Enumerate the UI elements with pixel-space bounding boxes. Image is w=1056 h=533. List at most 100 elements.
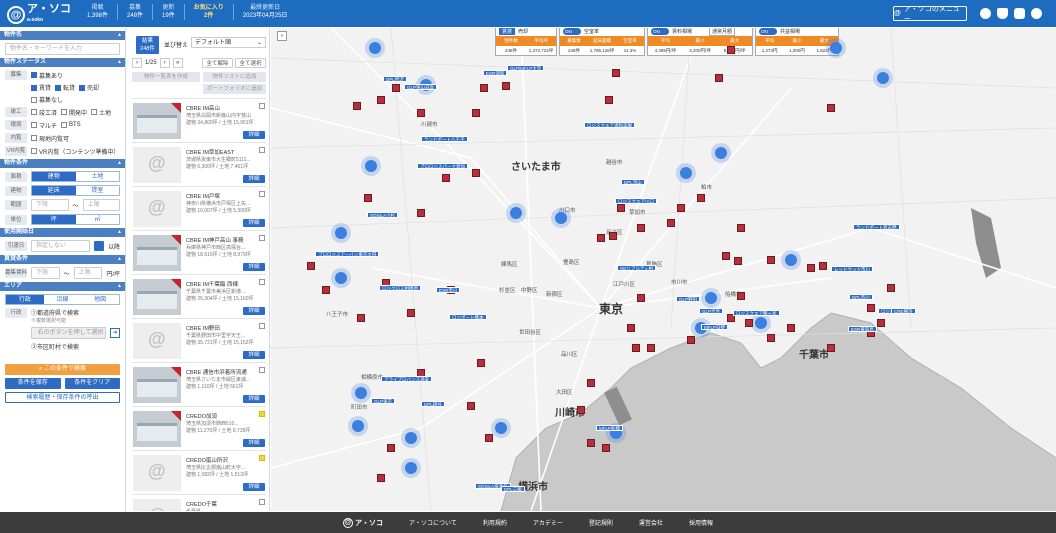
- warehouse-marker-icon[interactable]: [502, 82, 510, 90]
- property-card[interactable]: CREDO嵐山所沢埼玉県比企郡嵐山町大字...建物 1,082坪 / 土地 1,…: [132, 450, 266, 494]
- property-map-label[interactable]: ロジスクエア鶴ヶ島: [733, 310, 780, 316]
- save-condition-button[interactable]: 条件を保存: [5, 378, 61, 389]
- property-card[interactable]: CBRE IM神戸高山 事務 兵庫県神戸市西区高塚台... 建物 18,616坪 /…: [132, 230, 266, 274]
- warehouse-marker-icon[interactable]: [667, 219, 675, 227]
- vacancy-toggle[interactable]: ON: [563, 28, 581, 35]
- warehouse-marker-icon[interactable]: [609, 232, 617, 240]
- property-checkbox[interactable]: [259, 455, 265, 461]
- property-map-label[interactable]: ランドポート八王子: [421, 136, 468, 142]
- property-photo[interactable]: [133, 323, 181, 359]
- footer-link-about[interactable]: ア・ソコについて: [409, 518, 457, 527]
- warehouse-marker-icon[interactable]: [697, 194, 705, 202]
- complete-done-checkbox[interactable]: 竣工済: [31, 108, 57, 117]
- property-checkbox[interactable]: [259, 147, 265, 153]
- stat-listed[interactable]: 掲載 1,398件: [78, 4, 117, 20]
- property-map-label[interactable]: プロロジスパーク草加: [417, 163, 468, 169]
- calendar-icon[interactable]: [93, 241, 104, 251]
- property-checkbox[interactable]: [259, 323, 265, 329]
- recruit-sublease-checkbox[interactable]: 転貸: [55, 83, 75, 92]
- property-map-label[interactable]: ロジポート橋本: [449, 314, 487, 320]
- footer-link-rules[interactable]: 登記規則: [589, 518, 613, 527]
- section-area[interactable]: エリア: [0, 282, 125, 291]
- footer-logo[interactable]: @ ア・ソコ: [343, 517, 383, 528]
- cluster-marker[interactable]: [555, 212, 567, 224]
- warehouse-marker-icon[interactable]: [827, 344, 835, 352]
- warehouse-marker-icon[interactable]: [587, 439, 595, 447]
- section-status[interactable]: 物件ステータス: [0, 58, 125, 67]
- property-card[interactable]: CBRE IM高山 埼玉県白岡市新篠山内字荒山 建物 34,800坪 / 土地 15…: [132, 98, 266, 142]
- warehouse-marker-icon[interactable]: [477, 359, 485, 367]
- rent-select[interactable]: 通常月額: [709, 28, 736, 36]
- property-card[interactable]: CBRE IM戸塚神奈川県横浜市戸塚区上矢...建物 10,007坪 / 土地 …: [132, 186, 266, 230]
- property-name[interactable]: CREDO千葉: [186, 500, 217, 508]
- warehouse-marker-icon[interactable]: [637, 224, 645, 232]
- section-conditions[interactable]: 物件条件: [0, 159, 125, 168]
- property-photo[interactable]: [133, 235, 181, 271]
- recruit-rent-tab[interactable]: 賃貸: [499, 28, 516, 35]
- cluster-marker[interactable]: [405, 432, 417, 444]
- warehouse-marker-icon[interactable]: [587, 379, 595, 387]
- select-all-button[interactable]: 全て選択: [235, 58, 266, 68]
- detail-button[interactable]: 詳細: [243, 219, 265, 227]
- property-name[interactable]: CBRE IM神戸高山 事務: [186, 236, 243, 244]
- stat-favorites[interactable]: お気に入り 2件: [183, 4, 233, 20]
- cluster-marker[interactable]: [680, 167, 692, 179]
- cluster-marker[interactable]: [369, 42, 381, 54]
- pref-select-field[interactable]: 右のボタンを押して選択: [31, 327, 106, 339]
- warehouse-marker-icon[interactable]: [322, 286, 330, 294]
- property-map-label[interactable]: DPL越谷: [421, 401, 445, 407]
- property-map-label[interactable]: GLP狭山日高: [404, 84, 438, 90]
- warehouse-marker-icon[interactable]: [827, 104, 835, 112]
- cluster-marker[interactable]: [510, 207, 522, 219]
- property-card[interactable]: CREDO千葉千葉県...建物 ...詳細: [132, 494, 266, 511]
- detail-button[interactable]: 詳細: [243, 307, 265, 315]
- warehouse-marker-icon[interactable]: [364, 194, 372, 202]
- footer-link-academy[interactable]: アカデミー: [533, 518, 563, 527]
- property-map-label[interactable]: ロジクロス相模原: [379, 285, 421, 291]
- floor-total[interactable]: 延床: [32, 186, 76, 195]
- warehouse-marker-icon[interactable]: [480, 84, 488, 92]
- property-name[interactable]: CBRE IM戸塚: [186, 192, 220, 200]
- cluster-marker[interactable]: [335, 272, 347, 284]
- cluster-marker[interactable]: [335, 227, 347, 239]
- property-card[interactable]: CBRE IM野田千葉県野田市中里字天王...建物 35,721坪 / 土地 1…: [132, 318, 266, 362]
- cluster-marker[interactable]: [705, 292, 717, 304]
- section-cost[interactable]: 賃貸条件: [0, 255, 125, 264]
- detail-button[interactable]: 詳細: [243, 263, 265, 271]
- property-name[interactable]: CBRE IM千葉臨 西棟: [186, 280, 238, 288]
- property-name[interactable]: CREDO加須: [186, 412, 217, 420]
- warehouse-marker-icon[interactable]: [442, 174, 450, 182]
- bell-icon[interactable]: [997, 8, 1008, 19]
- pref-select-arrow-icon[interactable]: ➜: [110, 328, 120, 338]
- warehouse-marker-icon[interactable]: [819, 262, 827, 270]
- clear-all-button[interactable]: 全て解除: [202, 58, 233, 68]
- property-map-label[interactable]: ESR浦和: [483, 70, 508, 76]
- warehouse-marker-icon[interactable]: [727, 46, 735, 54]
- warehouse-marker-icon[interactable]: [627, 324, 635, 332]
- map-view[interactable]: « 賃貸 売却 物件数 平均坪 248件 1,372,724坪 ON 空室率 募集数 延床…: [271, 28, 1056, 511]
- warehouse-marker-icon[interactable]: [867, 304, 875, 312]
- warehouse-marker-icon[interactable]: [677, 204, 685, 212]
- area-building[interactable]: 建物: [32, 172, 76, 181]
- area-land[interactable]: 土地: [76, 172, 120, 181]
- property-map-label[interactable]: DPL所沢: [383, 76, 407, 82]
- cluster-marker[interactable]: [405, 462, 417, 474]
- floor-toggle[interactable]: 延床 貸室: [31, 185, 120, 196]
- recruit-rent-checkbox[interactable]: 賃貸: [31, 83, 51, 92]
- next-page-button[interactable]: ›: [159, 58, 170, 68]
- main-menu-button[interactable]: @ ア・ソコのメニュー: [893, 6, 967, 23]
- cluster-marker[interactable]: [830, 42, 842, 54]
- property-map-label[interactable]: ランドポート習志野: [853, 224, 900, 230]
- property-checkbox[interactable]: [259, 367, 265, 373]
- warehouse-marker-icon[interactable]: [417, 109, 425, 117]
- add-portfolio-button[interactable]: ポートフォリオに追加: [203, 84, 266, 94]
- warehouse-marker-icon[interactable]: [737, 292, 745, 300]
- unit-tsubo[interactable]: 坪: [32, 215, 76, 224]
- warehouse-marker-icon[interactable]: [377, 474, 385, 482]
- property-map-label[interactable]: GLP野田: [676, 296, 701, 302]
- warehouse-marker-icon[interactable]: [887, 284, 895, 292]
- detail-button[interactable]: 詳細: [243, 351, 265, 359]
- warehouse-marker-icon[interactable]: [767, 334, 775, 342]
- property-map-label[interactable]: SOSiLA小杉: [367, 212, 399, 218]
- warehouse-marker-icon[interactable]: [787, 324, 795, 332]
